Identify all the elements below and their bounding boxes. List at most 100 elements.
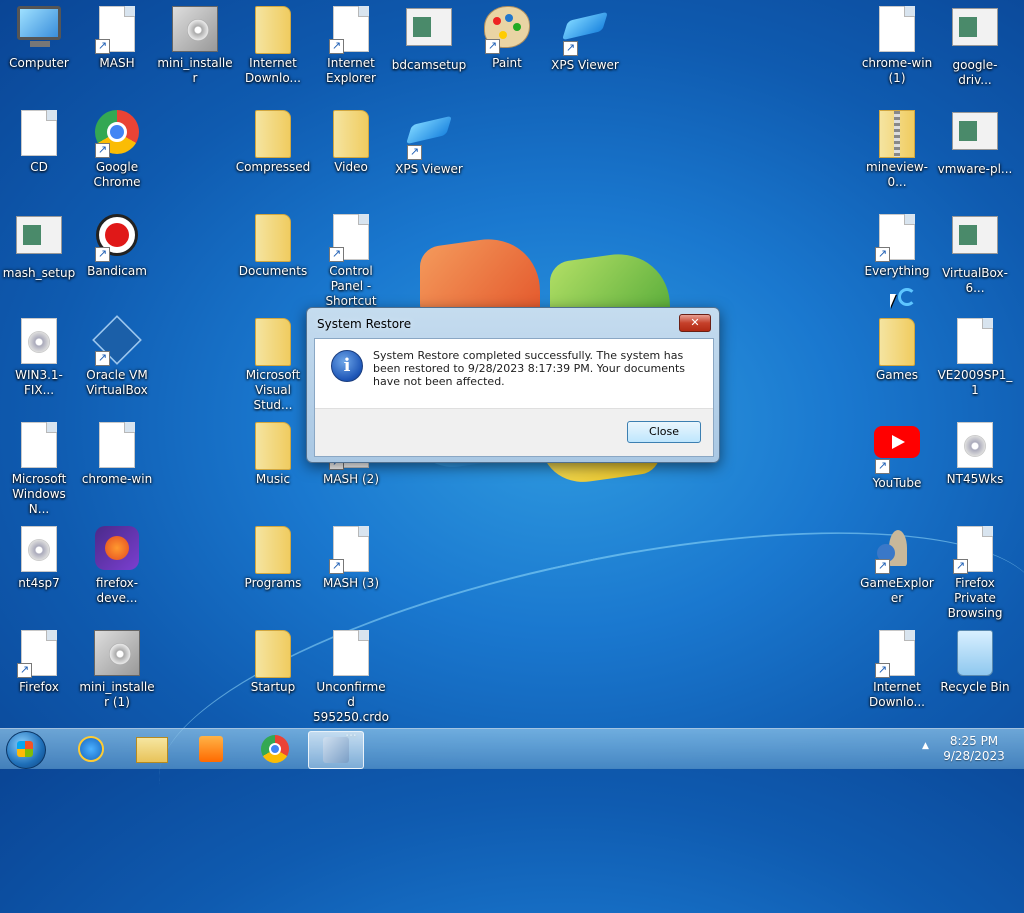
taskbar-google-chrome[interactable] xyxy=(248,731,302,767)
desktop-icon-label: Paint xyxy=(492,56,522,70)
desktop-icon-label: Internet Downlo... xyxy=(245,56,301,85)
icon-image xyxy=(951,8,999,56)
desktop-icon-label: Music xyxy=(255,472,291,486)
desktop-icon-label: Games xyxy=(876,368,918,382)
desktop-icon-youtube[interactable]: ↗ YouTube xyxy=(858,416,936,516)
desktop-icon-label: Computer xyxy=(9,56,69,70)
dialog-close-x-button[interactable]: ✕ xyxy=(679,314,711,332)
desktop-icon-paint[interactable]: ↗ Paint xyxy=(468,0,546,100)
desktop-icon-ms-visual-studio[interactable]: Microsoft Visual Stud... xyxy=(234,312,312,412)
desktop-icon-label: mini_installer (1) xyxy=(79,680,155,709)
desktop-icon-bdcamsetup[interactable]: bdcamsetup xyxy=(390,0,468,100)
desktop-icon-label: GameExplorer xyxy=(860,576,934,605)
taskbar-windows-explorer[interactable] xyxy=(124,731,178,767)
desktop-icon-mini-installer1[interactable]: mini_installer (1) xyxy=(78,624,156,724)
icon-image: ↗ xyxy=(561,8,609,56)
folder-icon xyxy=(255,422,291,470)
desktop-icon-programs[interactable]: Programs xyxy=(234,520,312,620)
shortcut-arrow-icon: ↗ xyxy=(875,459,890,474)
shortcut-arrow-icon: ↗ xyxy=(329,247,344,262)
desktop-icon-label: vmware-pl... xyxy=(937,162,1013,176)
desktop-icon-label: google-driv... xyxy=(952,58,998,87)
desktop-icon-chrome-win1[interactable]: chrome-win (1) xyxy=(858,0,936,100)
desktop-icon-mineview[interactable]: mineview-0... xyxy=(858,104,936,204)
icon-image xyxy=(951,630,999,678)
desktop-icon-bandicam[interactable]: ↗ Bandicam xyxy=(78,208,156,308)
desktop-icon-mash3[interactable]: ↗ MASH (3) xyxy=(312,520,390,620)
desktop-icon-cd[interactable]: CD xyxy=(0,104,78,204)
shortcut-arrow-icon: ↗ xyxy=(329,39,344,54)
folder-icon xyxy=(879,318,915,366)
desktop-icon-chrome-win[interactable]: chrome-win xyxy=(78,416,156,516)
icon-image: ↗ xyxy=(873,630,921,678)
desktop-icon-label: firefox-deve... xyxy=(95,576,139,605)
clock[interactable]: 8:25 PM 9/28/2023 xyxy=(935,734,1013,764)
desktop-icon-label: Startup xyxy=(250,680,296,694)
icon-image xyxy=(951,422,999,470)
desktop-icon-xps-viewer2[interactable]: ↗ XPS Viewer xyxy=(390,104,468,204)
document-icon xyxy=(333,630,369,676)
desktop-icon-firefox-dev[interactable]: firefox-deve... xyxy=(78,520,156,620)
desktop-icon-recycle-bin[interactable]: Recycle Bin xyxy=(936,624,1014,724)
desktop-icon-mash[interactable]: ↗ MASH xyxy=(78,0,156,100)
desktop-icon-ve2009sp1[interactable]: VE2009SP1_1 xyxy=(936,312,1014,412)
desktop-icon-startup[interactable]: Startup xyxy=(234,624,312,724)
folder-icon xyxy=(333,110,369,158)
desktop-icon-everything[interactable]: ↗ Everything xyxy=(858,208,936,308)
taskbar-system-restore[interactable] xyxy=(308,731,364,769)
desktop-icon-label: bdcamsetup xyxy=(391,58,467,72)
desktop-icon-compressed[interactable]: Compressed xyxy=(234,104,312,204)
desktop-icon-internet-explorer[interactable]: ↗ Internet Explorer xyxy=(312,0,390,100)
shortcut-arrow-icon: ↗ xyxy=(563,41,578,56)
xps-viewer-icon xyxy=(407,112,451,148)
desktop-icon-label: Everything xyxy=(864,264,930,278)
desktop-icon-games[interactable]: Games xyxy=(858,312,936,412)
desktop-icon-label: Internet Explorer xyxy=(326,56,376,85)
icon-image: ↗ xyxy=(327,6,375,54)
desktop-icon-label: Firefox xyxy=(19,680,59,694)
close-button[interactable]: Close xyxy=(627,421,701,443)
desktop-icon-computer[interactable]: Computer xyxy=(0,0,78,100)
desktop-icon-documents[interactable]: Documents xyxy=(234,208,312,308)
system-restore-icon xyxy=(323,737,349,763)
desktop-icon-xps-viewer1[interactable]: ↗ XPS Viewer xyxy=(546,0,624,100)
desktop-icon-google-drive[interactable]: google-driv... xyxy=(936,0,1014,100)
icon-image xyxy=(249,318,297,366)
desktop-icon-ms-windows-n[interactable]: Microsoft Windows N... xyxy=(0,416,78,516)
desktop-icon-label: Video xyxy=(334,160,368,174)
icon-image: ↗ xyxy=(873,426,921,474)
desktop-icon-oracle-vm[interactable]: ↗ Oracle VM VirtualBox xyxy=(78,312,156,412)
desktop-icon-unconfirmed[interactable]: Unconfirmed 595250.crdo... xyxy=(312,624,390,739)
icon-image: ↗ xyxy=(327,214,375,262)
desktop-icon-mini-installer[interactable]: mini_installer xyxy=(156,0,234,100)
taskbar-internet-explorer[interactable] xyxy=(64,731,118,767)
desktop-icon-firefox-private[interactable]: ↗ Firefox Private Browsing xyxy=(936,520,1014,620)
show-hidden-icons-arrow[interactable]: ▲ xyxy=(922,741,929,751)
desktop-icon-nt4sp7[interactable]: nt4sp7 xyxy=(0,520,78,620)
desktop-icon-google-chrome[interactable]: ↗ Google Chrome xyxy=(78,104,156,204)
shortcut-arrow-icon: ↗ xyxy=(95,351,110,366)
icon-image xyxy=(15,6,63,54)
desktop-icon-internet-downlo2[interactable]: ↗ Internet Downlo... xyxy=(858,624,936,724)
desktop-icon-virtualbox6[interactable]: VirtualBox-6... xyxy=(936,208,1014,308)
taskbar-media-player[interactable] xyxy=(184,731,238,767)
desktop-icon-nt45wks[interactable]: NT45Wks xyxy=(936,416,1014,516)
icon-image xyxy=(327,630,375,678)
icon-image xyxy=(93,526,141,574)
desktop-icon-label: MASH xyxy=(99,56,135,70)
desktop-icon-music[interactable]: Music xyxy=(234,416,312,516)
desktop-icon-firefox[interactable]: ↗ Firefox xyxy=(0,624,78,724)
desktop-icon-video[interactable]: Video xyxy=(312,104,390,204)
icon-image xyxy=(93,422,141,470)
desktop-icon-mash-setup[interactable]: mash_setup xyxy=(0,208,78,308)
start-button[interactable] xyxy=(6,731,46,769)
desktop-icon-win31fix[interactable]: WIN3.1-FIX... xyxy=(0,312,78,412)
desktop-icon-label: Google Chrome xyxy=(93,160,141,189)
desktop-icon-control-panel[interactable]: ↗ Control Panel - Shortcut xyxy=(312,208,390,308)
desktop-icon-vmware[interactable]: vmware-pl... xyxy=(936,104,1014,204)
dialog-body: i System Restore completed successfully.… xyxy=(314,338,714,457)
desktop-icon-gameexplorer[interactable]: ↗ GameExplorer xyxy=(858,520,936,620)
folder-icon xyxy=(136,737,168,763)
desktop-icon-internet-downlo1[interactable]: Internet Downlo... xyxy=(234,0,312,100)
icon-image xyxy=(327,110,375,158)
